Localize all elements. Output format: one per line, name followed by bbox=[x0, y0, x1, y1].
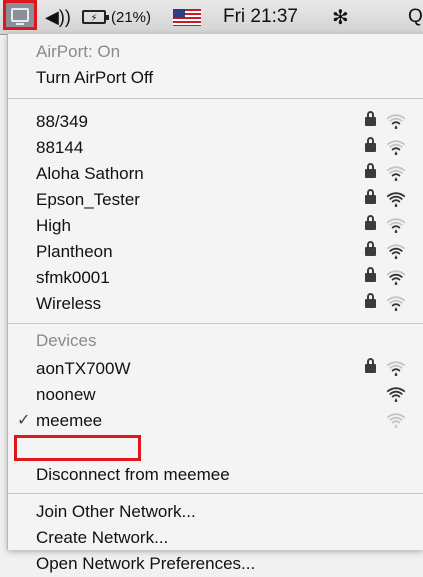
network-item[interactable]: 88/349 bbox=[8, 108, 423, 135]
wifi-signal-icon bbox=[387, 140, 405, 155]
network-name: 88144 bbox=[36, 138, 84, 157]
airport-menu-extra[interactable] bbox=[3, 0, 37, 30]
battery-status[interactable]: ⚡ (21%) bbox=[82, 0, 151, 34]
network-name: Plantheon bbox=[36, 242, 113, 261]
airport-status: AirPort: On bbox=[8, 38, 423, 65]
battery-icon: ⚡ bbox=[82, 10, 109, 24]
disconnect-label: Disconnect from meemee bbox=[36, 465, 230, 484]
checkmark-icon: ✓ bbox=[17, 412, 31, 429]
wifi-signal-icon bbox=[387, 361, 405, 376]
network-item[interactable]: 88144 bbox=[8, 134, 423, 161]
speaker-volume-icon[interactable]: ◀︎)) bbox=[45, 0, 71, 34]
wifi-signal-icon bbox=[387, 270, 405, 285]
wifi-signal-icon bbox=[387, 387, 405, 402]
device-item[interactable]: aonTX700W bbox=[8, 355, 423, 382]
wifi-signal-icon bbox=[387, 218, 405, 233]
network-name: Epson_Tester bbox=[36, 190, 140, 209]
open-network-preferences-item[interactable]: Open Network Preferences... bbox=[8, 550, 423, 577]
airport-dropdown-menu: AirPort: On Turn AirPort Off Devices Dis… bbox=[7, 34, 423, 573]
network-item[interactable]: Plantheon bbox=[8, 238, 423, 265]
action-label: Join Other Network... bbox=[36, 502, 196, 521]
turn-airport-off-label: Turn AirPort Off bbox=[36, 68, 154, 87]
wifi-signal-icon bbox=[387, 114, 405, 129]
network-item[interactable]: Epson_Tester bbox=[8, 186, 423, 213]
devices-header-label: Devices bbox=[36, 331, 97, 350]
disconnect-item[interactable]: Disconnect from meemee bbox=[8, 461, 423, 488]
lock-icon bbox=[365, 163, 376, 178]
selected-network-highlight bbox=[14, 435, 141, 461]
action-label: Create Network... bbox=[36, 528, 169, 547]
lock-icon bbox=[365, 111, 376, 126]
network-name: meemee bbox=[36, 411, 103, 430]
lock-icon bbox=[365, 267, 376, 282]
wifi-signal-icon bbox=[387, 192, 405, 207]
network-name: 88/349 bbox=[36, 112, 88, 131]
device-item[interactable]: noonew bbox=[8, 381, 423, 408]
menu-bar: ◀︎)) ⚡ (21%) Fri 21:37 ✻ Q bbox=[0, 0, 423, 35]
wifi-signal-icon bbox=[387, 166, 405, 181]
action-label: Open Network Preferences... bbox=[36, 554, 256, 573]
network-name: noonew bbox=[36, 385, 96, 404]
network-item[interactable]: High bbox=[8, 212, 423, 239]
network-name: Aloha Sathorn bbox=[36, 164, 144, 183]
device-item[interactable]: ✓ meemee bbox=[8, 407, 423, 434]
airport-status-label: AirPort: On bbox=[36, 42, 121, 61]
airport-icon bbox=[11, 8, 29, 25]
lock-icon bbox=[365, 189, 376, 204]
wifi-signal-icon bbox=[387, 413, 405, 428]
join-other-network-item[interactable]: Join Other Network... bbox=[8, 498, 423, 525]
battery-percent: (21%) bbox=[111, 8, 152, 26]
lock-icon bbox=[365, 215, 376, 230]
network-name: sfmk0001 bbox=[36, 268, 110, 287]
wifi-signal-icon bbox=[387, 296, 405, 311]
turn-airport-off-item[interactable]: Turn AirPort Off bbox=[8, 64, 423, 91]
bluetooth-icon[interactable]: ✻ bbox=[332, 0, 349, 34]
network-item[interactable]: sfmk0001 bbox=[8, 264, 423, 291]
menu-separator bbox=[8, 323, 423, 324]
menu-separator bbox=[8, 98, 423, 99]
lock-icon bbox=[365, 137, 376, 152]
menu-separator bbox=[8, 493, 423, 494]
spotlight-search-icon[interactable]: Q bbox=[408, 0, 423, 34]
wifi-signal-icon bbox=[387, 244, 405, 259]
create-network-item[interactable]: Create Network... bbox=[8, 524, 423, 551]
network-name: aonTX700W bbox=[36, 359, 131, 378]
devices-header: Devices bbox=[8, 327, 423, 354]
us-flag-icon[interactable] bbox=[173, 9, 201, 26]
network-item[interactable]: Aloha Sathorn bbox=[8, 160, 423, 187]
network-name: Wireless bbox=[36, 294, 102, 313]
lock-icon bbox=[365, 293, 376, 308]
lock-icon bbox=[365, 358, 376, 373]
network-name: High bbox=[36, 216, 71, 235]
lock-icon bbox=[365, 241, 376, 256]
network-item[interactable]: Wireless bbox=[8, 290, 423, 317]
menu-clock[interactable]: Fri 21:37 bbox=[223, 0, 298, 34]
